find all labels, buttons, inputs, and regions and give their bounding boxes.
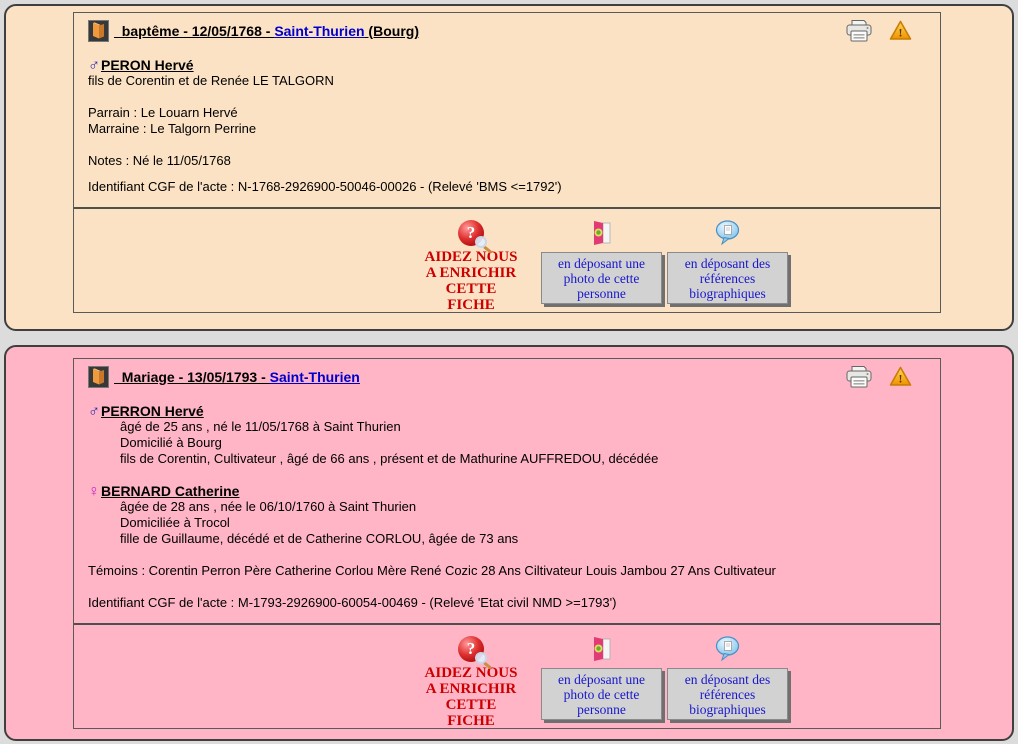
help-question-icon: ? xyxy=(458,636,487,664)
photo-album-icon xyxy=(591,216,613,246)
bride-detail: fille de Guillaume, décédé et de Catheri… xyxy=(120,531,519,546)
svg-text:!: ! xyxy=(899,372,903,386)
warning-icon[interactable]: ! xyxy=(889,20,912,41)
deposit-bio-button[interactable]: en déposant des références biographiques xyxy=(667,668,788,720)
deposit-photo-button[interactable]: en déposant une photo de cette personne xyxy=(541,252,662,304)
deposit-bio-button[interactable]: en déposant des références biographiques xyxy=(667,252,788,304)
bride-line: ♀BERNARD Catherine xyxy=(88,483,926,500)
deposit-bio-column: en déposant des références biographiques xyxy=(667,632,788,720)
separator-line xyxy=(74,207,940,209)
header-action-icons: ! xyxy=(846,365,912,389)
svg-text:!: ! xyxy=(899,26,903,40)
record-title-suffix: (Bourg) xyxy=(364,22,419,39)
record-title: Mariage - 13/05/1793 - Saint-Thurien xyxy=(114,369,360,385)
help-text: AIDEZ NOUS A ENRICHIR CETTE FICHE xyxy=(424,249,518,313)
bride-name[interactable]: BERNARD Catherine xyxy=(101,483,239,499)
godmother-line: Marraine : Le Talgorn Perrine xyxy=(88,121,257,136)
place-link[interactable]: Saint-Thurien xyxy=(274,23,364,39)
help-section: ? AIDEZ NOUS A ENRICHIR CETTE FICHE en d… xyxy=(88,632,926,729)
female-symbol-icon: ♀ xyxy=(88,483,100,500)
speech-bubble-icon xyxy=(715,632,741,662)
photo-album-icon xyxy=(591,632,613,662)
act-id-line: Identifiant CGF de l'acte : N-1768-29269… xyxy=(88,179,562,194)
record-title-text: Mariage - 13/05/1793 - xyxy=(114,368,270,385)
question-mark: ? xyxy=(466,223,476,242)
witnesses-line: Témoins : Corentin Perron Père Catherine… xyxy=(88,563,776,578)
help-prompt: ? AIDEZ NOUS A ENRICHIR CETTE FICHE xyxy=(421,216,521,313)
act-id-line: Identifiant CGF de l'acte : M-1793-29269… xyxy=(88,595,617,610)
groom-line: ♂PERRON Hervé xyxy=(88,403,926,420)
help-section: ? AIDEZ NOUS A ENRICHIR CETTE FICHE en d… xyxy=(88,216,926,313)
filiation-line: fils de Corentin et de Renée LE TALGORN xyxy=(88,73,334,88)
deposit-photo-column: en déposant une photo de cette personne xyxy=(541,632,662,720)
deposit-bio-column: en déposant des références biographiques xyxy=(667,216,788,304)
warning-icon[interactable]: ! xyxy=(889,366,912,387)
record-frame-baptism: baptême - 12/05/1768 - Saint-Thurien (Bo… xyxy=(73,12,941,313)
person-line: ♂PERON Hervé xyxy=(88,57,926,74)
deposit-photo-column: en déposant une photo de cette personne xyxy=(541,216,662,304)
record-title-text: baptême - 12/05/1768 - xyxy=(114,22,275,39)
groom-detail: Domicilié à Bourg xyxy=(120,435,222,450)
separator-line xyxy=(74,623,940,625)
record-title: baptême - 12/05/1768 - Saint-Thurien (Bo… xyxy=(114,23,419,39)
record-card-marriage: Mariage - 13/05/1793 - Saint-Thurien ! ♂… xyxy=(4,345,1014,741)
speech-bubble-icon xyxy=(715,216,741,246)
male-symbol-icon: ♂ xyxy=(88,403,100,420)
groom-name[interactable]: PERRON Hervé xyxy=(101,403,204,419)
record-header: baptême - 12/05/1768 - Saint-Thurien (Bo… xyxy=(88,17,926,44)
bride-detail: Domiciliée à Trocol xyxy=(120,515,230,530)
bride-detail: âgée de 28 ans , née le 06/10/1760 à Sai… xyxy=(120,499,417,514)
print-icon[interactable] xyxy=(846,19,872,43)
record-card-baptism: baptême - 12/05/1768 - Saint-Thurien (Bo… xyxy=(4,4,1014,331)
male-symbol-icon: ♂ xyxy=(88,57,100,74)
groom-detail: âgé de 25 ans , né le 11/05/1768 à Saint… xyxy=(120,419,401,434)
record-frame-marriage: Mariage - 13/05/1793 - Saint-Thurien ! ♂… xyxy=(73,358,941,729)
question-mark: ? xyxy=(466,639,476,658)
person-name[interactable]: PERON Hervé xyxy=(101,57,194,73)
act-register-icon[interactable] xyxy=(88,365,109,388)
record-header: Mariage - 13/05/1793 - Saint-Thurien ! xyxy=(88,363,926,390)
help-text: AIDEZ NOUS A ENRICHIR CETTE FICHE xyxy=(424,665,518,729)
help-prompt: ? AIDEZ NOUS A ENRICHIR CETTE FICHE xyxy=(421,632,521,729)
godfather-line: Parrain : Le Louarn Hervé xyxy=(88,105,238,120)
deposit-photo-button[interactable]: en déposant une photo de cette personne xyxy=(541,668,662,720)
act-register-icon[interactable] xyxy=(88,19,109,42)
help-question-icon: ? xyxy=(458,220,487,248)
groom-detail: fils de Corentin, Cultivateur , âgé de 6… xyxy=(120,451,659,466)
print-icon[interactable] xyxy=(846,365,872,389)
notes-line: Notes : Né le 11/05/1768 xyxy=(88,153,231,168)
place-link[interactable]: Saint-Thurien xyxy=(270,369,360,385)
header-action-icons: ! xyxy=(846,19,912,43)
